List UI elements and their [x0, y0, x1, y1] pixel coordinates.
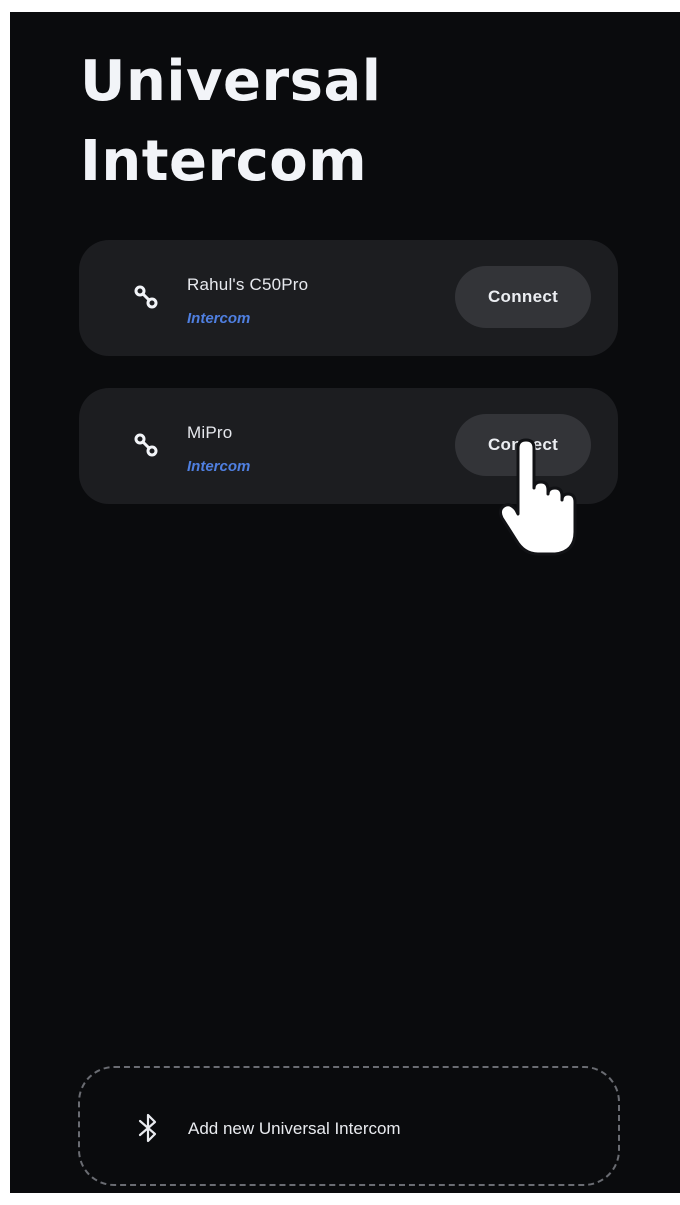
add-intercom-button[interactable]: Add new Universal Intercom — [78, 1066, 620, 1186]
device-card-rahuls-c50pro[interactable]: Rahul's C50Pro Intercom Connect — [79, 240, 618, 356]
add-intercom-label: Add new Universal Intercom — [188, 1119, 401, 1138]
page-title-line-2: Intercom — [80, 129, 368, 194]
connect-button[interactable]: Connect — [455, 266, 591, 328]
page-title: Universal Intercom — [80, 42, 381, 202]
link-icon — [134, 285, 158, 309]
link-icon — [134, 433, 158, 457]
connect-button[interactable]: Connect — [455, 414, 591, 476]
device-type: Intercom — [187, 458, 251, 475]
device-card-mipro[interactable]: MiPro Intercom Connect — [79, 388, 618, 504]
bluetooth-icon — [138, 1113, 157, 1143]
device-name: Rahul's C50Pro — [187, 275, 309, 294]
page-title-line-1: Universal — [80, 49, 382, 114]
device-type: Intercom — [187, 310, 251, 327]
app-screen: Universal Intercom Rahul's C50Pro Interc… — [10, 12, 680, 1193]
device-name: MiPro — [187, 423, 233, 442]
